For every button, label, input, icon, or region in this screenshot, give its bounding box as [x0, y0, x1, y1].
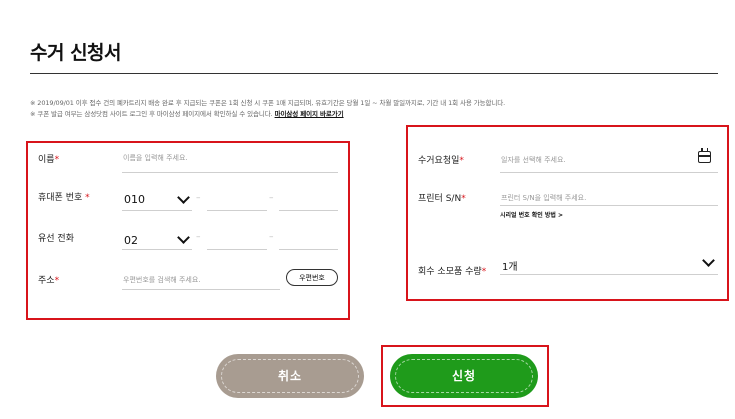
submit-button[interactable]: 신청	[390, 354, 538, 398]
name-label: 이름*	[38, 155, 60, 165]
zip-search-button[interactable]: 우편번호	[286, 269, 338, 286]
landline-label: 유선 전화	[38, 234, 74, 244]
printer-sn-label: 프린터 S/N*	[418, 194, 466, 204]
landline-middle-input[interactable]	[207, 249, 267, 250]
quantity-label: 회수 소모품 수량*	[418, 267, 487, 277]
notice-line-2: ※ 쿠폰 발급 여부는 삼성닷컴 사이트 로그인 후 마이삼성 페이지에서 확인…	[30, 108, 344, 118]
mobile-label: 휴대폰 번호 *	[38, 193, 90, 203]
landline-last-input[interactable]	[279, 249, 338, 250]
page-title: 수거 신청서	[30, 42, 122, 64]
address-label: 주소*	[38, 276, 60, 286]
mobile-last-input[interactable]	[279, 210, 338, 211]
serial-help-link[interactable]: 시리얼 번호 확인 방법 >	[500, 210, 563, 219]
mobile-middle-input[interactable]	[207, 210, 267, 211]
left-form-highlight	[26, 141, 350, 320]
notice-line-2-text: ※ 쿠폰 발급 여부는 삼성닷컴 사이트 로그인 후 마이삼성 페이지에서 확인…	[30, 110, 273, 118]
pickup-date-label: 수거요청일*	[418, 156, 464, 166]
mysamsung-link[interactable]: 마이삼성 페이지 바로가기	[275, 110, 344, 118]
notice-line-1: ※ 2019/09/01 이후 접수 건의 폐카트리지 배송 완료 후 지급되는…	[30, 99, 506, 107]
title-divider	[30, 73, 718, 74]
calendar-icon[interactable]	[698, 148, 711, 163]
cancel-button[interactable]: 취소	[216, 354, 364, 398]
